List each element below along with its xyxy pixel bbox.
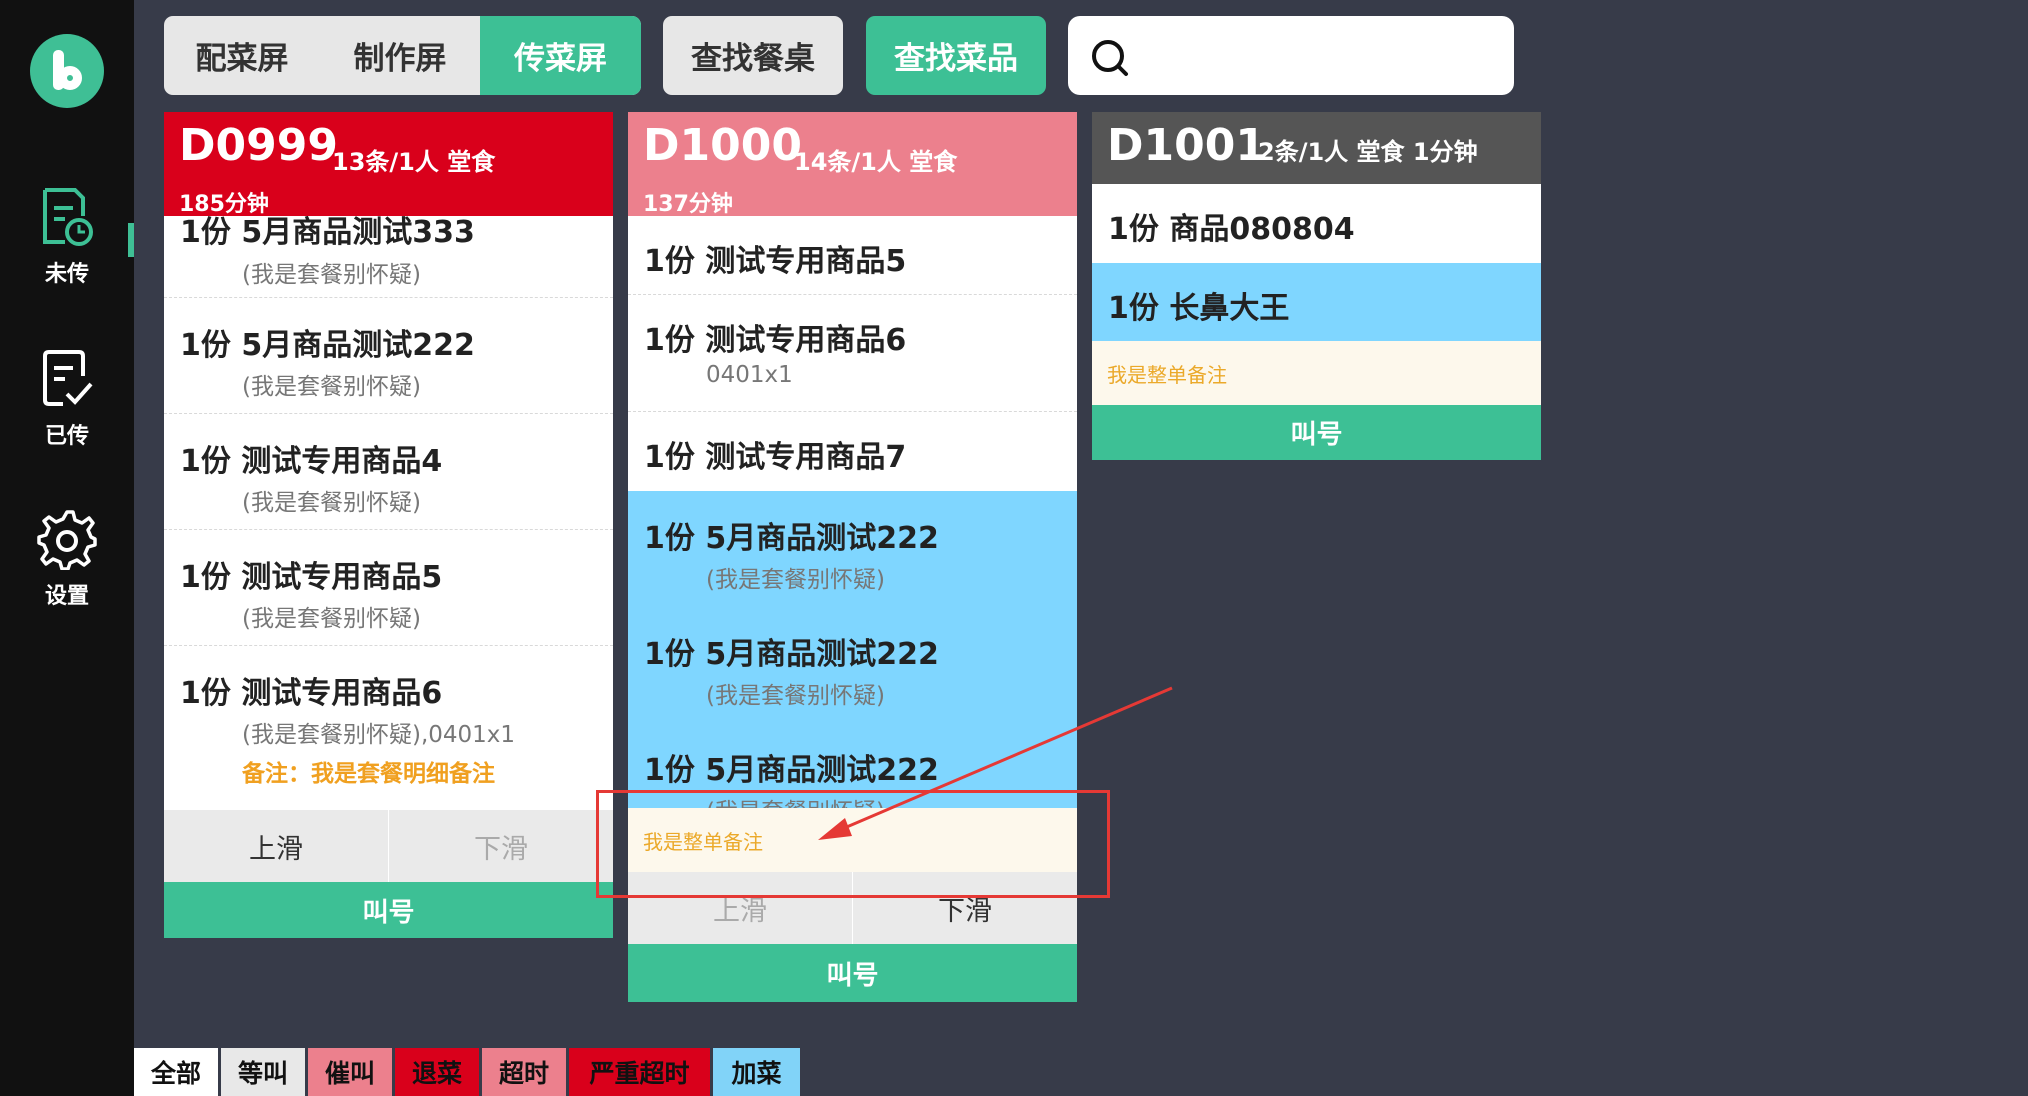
- filter-waiting[interactable]: 等叫: [221, 1048, 308, 1096]
- order-remark: 我是整单备注: [1092, 341, 1541, 405]
- search-icon: [1092, 40, 1128, 76]
- call-number-button[interactable]: 叫号: [1092, 405, 1541, 460]
- elapsed-time: 137分钟: [643, 192, 733, 217]
- nav-label-settings: 设置: [44, 584, 89, 609]
- nav-item-sent[interactable]: 已传: [0, 348, 134, 450]
- item-name: 1份 商品080804: [1108, 212, 1355, 247]
- filter-added[interactable]: 加菜: [713, 1048, 800, 1096]
- order-meta: 2条/1人 堂食 1分钟: [1258, 138, 1478, 166]
- item-name: 1份 测试专用商品7: [644, 440, 907, 475]
- item-sub: (我是套餐别怀疑): [242, 262, 421, 288]
- table-number: D1001: [1107, 120, 1266, 171]
- item-name: 1份 5月商品测试333: [180, 216, 475, 250]
- filter-severe-overtime[interactable]: 严重超时: [569, 1048, 713, 1096]
- doc-check-icon: [43, 350, 93, 406]
- filter-rush[interactable]: 催叫: [308, 1048, 395, 1096]
- list-item: 1份 测试专用商品5: [628, 216, 1077, 295]
- find-dish-button[interactable]: 查找菜品: [866, 16, 1046, 95]
- screen-tabs: 配菜屏 制作屏 传菜屏: [164, 16, 641, 95]
- item-name: 1份 测试专用商品5: [644, 244, 907, 279]
- item-name: 1份 5月商品测试222: [644, 521, 939, 556]
- app-root: 未传 已传 设置 配菜屏 制作屏 传菜屏 查找餐桌 查找菜品 D0999 13条…: [0, 0, 2028, 1096]
- nav-item-settings[interactable]: 设置: [0, 508, 134, 610]
- scroll-controls: 上滑 下滑: [164, 810, 613, 882]
- list-item: 1份 商品080804: [1092, 184, 1541, 263]
- order-header: D0999 13条/1人 堂食 185分钟: [164, 112, 613, 217]
- list-item: 1份 5月商品测试222 (我是套餐别怀疑): [164, 298, 613, 414]
- item-name: 1份 5月商品测试222: [180, 328, 475, 363]
- item-note: 备注：我是套餐明细备注: [242, 761, 495, 787]
- item-list[interactable]: 1份 5月商品测试333 (我是套餐别怀疑) 1份 5月商品测试222 (我是套…: [164, 216, 613, 808]
- item-sub: (我是套餐别怀疑): [242, 606, 421, 632]
- call-number-button[interactable]: 叫号: [164, 882, 613, 938]
- search-box: [1068, 16, 1514, 95]
- item-list[interactable]: 1份 测试专用商品5 1份 测试专用商品6 0401x1 1份 测试专用商品7 …: [628, 216, 1077, 808]
- doc-clock-icon: [43, 188, 93, 246]
- order-header: D1001 2条/1人 堂食 1分钟: [1092, 112, 1541, 184]
- search-input[interactable]: [1148, 30, 1488, 80]
- list-item: 1份 测试专用商品6 (我是套餐别怀疑),0401x1 备注：我是套餐明细备注: [164, 646, 613, 806]
- item-name: 1份 测试专用商品6: [644, 323, 907, 358]
- filter-overtime[interactable]: 超时: [482, 1048, 569, 1096]
- order-meta: 14条/1人 堂食: [794, 148, 958, 176]
- list-item: 1份 5月商品测试333 (我是套餐别怀疑): [164, 216, 613, 298]
- list-item-highlighted: 1份 5月商品测试222 (我是套餐别怀疑): [628, 607, 1077, 723]
- order-card-d0999[interactable]: D0999 13条/1人 堂食 185分钟 1份 5月商品测试333 (我是套餐…: [164, 112, 613, 938]
- item-sub: (我是套餐别怀疑),0401x1: [242, 722, 516, 748]
- table-number: D1000: [643, 120, 802, 171]
- tab-serve-screen[interactable]: 传菜屏: [480, 16, 641, 95]
- item-sub: (我是套餐别怀疑): [242, 490, 421, 516]
- tab-cook-screen[interactable]: 制作屏: [320, 16, 480, 95]
- order-meta: 13条/1人 堂食: [332, 148, 496, 176]
- tab-prep-screen[interactable]: 配菜屏: [164, 16, 320, 95]
- status-filter-bar: 全部 等叫 催叫 退菜 超时 严重超时 加菜: [134, 1048, 800, 1096]
- list-item: 1份 测试专用商品6 0401x1: [628, 295, 1077, 412]
- item-sub: (我是套餐别怀疑): [706, 567, 885, 593]
- call-number-button[interactable]: 叫号: [628, 944, 1077, 1002]
- elapsed-time: 185分钟: [179, 192, 269, 217]
- annotation-highlight-box: [596, 790, 1110, 898]
- scroll-down-button[interactable]: 下滑: [388, 810, 613, 882]
- item-name: 1份 5月商品测试222: [644, 637, 939, 672]
- list-item-highlighted: 1份 5月商品测试222 (我是套餐别怀疑): [628, 491, 1077, 607]
- item-sub: (我是套餐别怀疑): [242, 374, 421, 400]
- item-name: 1份 长鼻大王: [1108, 291, 1290, 326]
- item-name: 1份 测试专用商品4: [180, 444, 443, 479]
- item-name: 1份 测试专用商品5: [180, 560, 443, 595]
- find-table-button[interactable]: 查找餐桌: [663, 16, 843, 95]
- sidebar: 未传 已传 设置: [0, 0, 134, 1096]
- item-name: 1份 5月商品测试222: [644, 753, 939, 788]
- filter-all[interactable]: 全部: [134, 1048, 221, 1096]
- item-sub: 0401x1: [706, 362, 793, 388]
- nav-item-pending[interactable]: 未传: [0, 186, 134, 288]
- item-sub: (我是套餐别怀疑): [706, 683, 885, 709]
- list-item: 1份 测试专用商品5 (我是套餐别怀疑): [164, 530, 613, 646]
- list-item: 1份 测试专用商品7: [628, 412, 1077, 491]
- order-card-d1001[interactable]: D1001 2条/1人 堂食 1分钟 1份 商品080804 1份 长鼻大王 我…: [1092, 112, 1541, 460]
- app-logo: [30, 34, 104, 108]
- list-item: 1份 测试专用商品4 (我是套餐别怀疑): [164, 414, 613, 530]
- nav-label-pending: 未传: [44, 262, 89, 287]
- scroll-up-button[interactable]: 上滑: [164, 810, 388, 882]
- item-name: 1份 测试专用商品6: [180, 676, 443, 711]
- order-header: D1000 14条/1人 堂食 137分钟: [628, 112, 1077, 217]
- filter-returned[interactable]: 退菜: [395, 1048, 482, 1096]
- list-item-highlighted: 1份 长鼻大王: [1092, 263, 1541, 341]
- active-nav-indicator: [128, 223, 134, 257]
- nav-label-sent: 已传: [44, 424, 89, 449]
- table-number: D0999: [179, 120, 338, 171]
- item-list[interactable]: 1份 商品080804 1份 长鼻大王: [1092, 184, 1541, 341]
- gear-icon: [37, 510, 97, 570]
